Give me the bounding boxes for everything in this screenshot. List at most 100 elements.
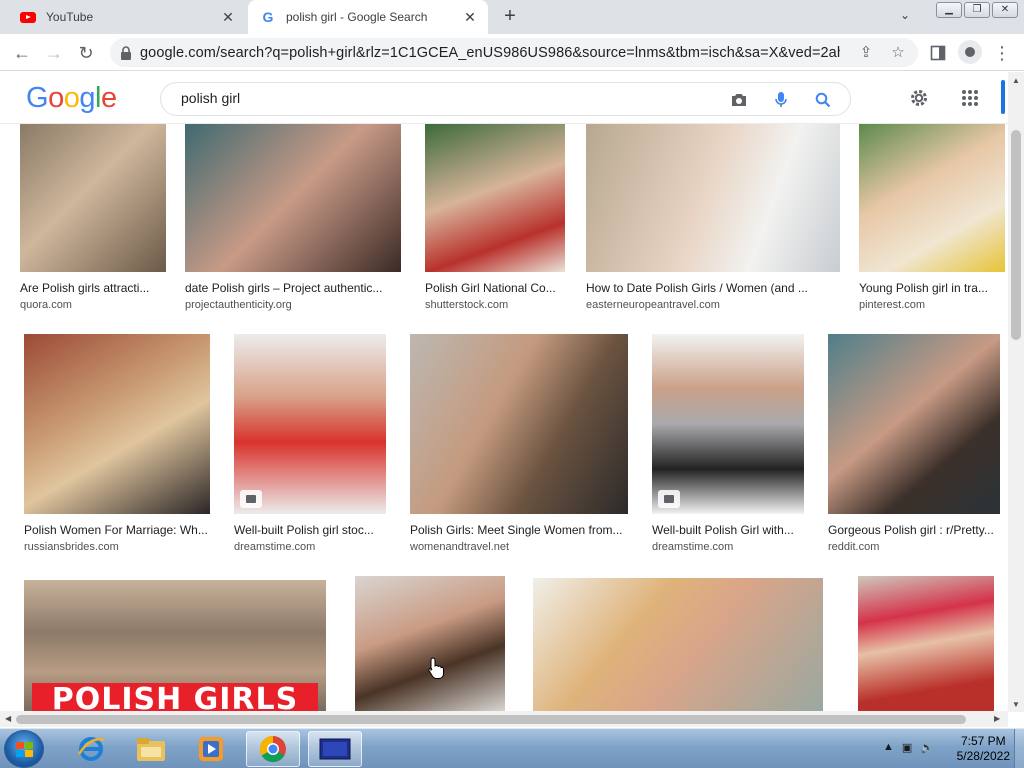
result-source[interactable]: russiansbrides.com [24, 541, 119, 553]
maximize-button[interactable]: ❐ [964, 2, 990, 18]
result-thumbnail[interactable] [828, 334, 1000, 514]
scroll-up-arrow-icon[interactable]: ▲ [1012, 76, 1020, 85]
chrome-icon[interactable] [246, 731, 300, 767]
back-arrow-icon[interactable]: ← [10, 41, 34, 65]
scrollbar-thumb[interactable] [16, 715, 966, 724]
result-title[interactable]: date Polish girls – Project authentic... [185, 281, 401, 295]
share-icon[interactable]: ⇪ [856, 43, 876, 63]
clock[interactable]: 7:57 PM 5/28/2022 [957, 734, 1010, 764]
start-button[interactable] [4, 730, 44, 768]
network-icon[interactable]: ▣ [902, 741, 912, 754]
bookmark-star-icon[interactable]: ☆ [888, 43, 908, 63]
media-player-icon[interactable] [184, 731, 238, 767]
result-thumbnail[interactable] [858, 576, 994, 711]
image-result[interactable]: Polish Women For Marriage: Wh... russian… [24, 334, 210, 556]
result-source[interactable]: pinterest.com [859, 299, 925, 311]
image-result[interactable]: date Polish girls – Project authentic...… [185, 124, 401, 314]
result-source[interactable]: womenandtravel.net [410, 541, 509, 553]
image-result[interactable]: POLISH GIRLS [24, 580, 326, 711]
image-result[interactable]: Are Polish girls attracti... quora.com [20, 124, 166, 314]
result-thumbnail[interactable] [234, 334, 386, 514]
result-thumbnail[interactable] [533, 578, 823, 711]
close-tab-icon[interactable]: ✕ [220, 9, 236, 25]
windows-logo-icon [15, 741, 33, 757]
image-results: Are Polish girls attracti... quora.com d… [0, 124, 1008, 711]
volume-icon[interactable]: 🔈 [920, 741, 934, 754]
image-result[interactable]: Polish Girl National Co... shutterstock.… [425, 124, 565, 314]
show-desktop-button[interactable] [1014, 729, 1024, 768]
result-title[interactable]: How to Date Polish Girls / Women (and ..… [586, 281, 840, 295]
result-source[interactable]: shutterstock.com [425, 299, 508, 311]
image-result[interactable]: Young Polish girl in tra... pinterest.co… [859, 124, 1005, 314]
image-result[interactable]: Gorgeous Polish girl : r/Pretty... reddi… [828, 334, 1000, 556]
result-thumbnail[interactable] [859, 124, 1005, 272]
google-logo[interactable]: Google [26, 82, 117, 115]
tab-title: polish girl - Google Search [286, 10, 428, 24]
result-source[interactable]: reddit.com [828, 541, 879, 553]
close-window-button[interactable]: ✕ [992, 2, 1018, 18]
reload-icon[interactable]: ↻ [74, 41, 98, 65]
result-thumbnail[interactable] [425, 124, 565, 272]
remote-desktop-icon[interactable] [308, 731, 362, 767]
result-source[interactable]: easterneuropeantravel.com [586, 299, 720, 311]
search-input[interactable] [181, 90, 701, 106]
image-result[interactable] [355, 576, 505, 711]
result-source[interactable]: projectauthenticity.org [185, 299, 292, 311]
result-title[interactable]: Polish Girls: Meet Single Women from... [410, 523, 628, 537]
internet-explorer-icon[interactable] [64, 731, 118, 767]
scroll-right-arrow-icon[interactable]: ▶ [994, 714, 1000, 723]
result-thumbnail[interactable] [586, 124, 840, 272]
result-source[interactable]: quora.com [20, 299, 72, 311]
minimize-button[interactable]: ▁ [936, 2, 962, 18]
image-result[interactable] [858, 576, 994, 711]
system-tray: ▲ ▣ 🔈 [883, 741, 934, 754]
camera-icon[interactable] [728, 89, 750, 111]
file-explorer-icon[interactable] [124, 731, 178, 767]
result-source[interactable]: dreamstime.com [652, 541, 733, 553]
image-result[interactable]: Polish Girls: Meet Single Women from... … [410, 334, 628, 556]
result-thumbnail[interactable] [20, 124, 166, 272]
result-thumbnail[interactable]: POLISH GIRLS [24, 580, 326, 711]
tab-search-icon[interactable]: ⌄ [896, 8, 914, 26]
result-thumbnail[interactable] [652, 334, 804, 514]
close-tab-icon[interactable]: ✕ [462, 9, 478, 25]
google-header: Google [0, 72, 1008, 124]
result-thumbnail[interactable] [185, 124, 401, 272]
scrollbar-thumb[interactable] [1011, 130, 1021, 340]
clock-date: 5/28/2022 [956, 749, 1010, 763]
result-title[interactable]: Gorgeous Polish girl : r/Pretty... [828, 523, 1000, 537]
search-icon[interactable] [812, 89, 834, 111]
scroll-down-arrow-icon[interactable]: ▼ [1012, 700, 1020, 709]
result-thumbnail[interactable] [24, 334, 210, 514]
forward-arrow-icon[interactable]: → [42, 41, 66, 65]
clock-time: 7:57 PM [960, 734, 1006, 748]
apps-grid-icon[interactable] [958, 86, 982, 110]
vertical-scrollbar[interactable]: ▲ ▼ [1008, 72, 1024, 712]
result-title[interactable]: Well-built Polish girl stoc... [234, 523, 386, 537]
result-title[interactable]: Well-built Polish Girl with... [652, 523, 804, 537]
sign-in-button-edge[interactable] [1001, 80, 1005, 114]
image-result[interactable]: Well-built Polish girl stoc... dreamstim… [234, 334, 386, 556]
scroll-left-arrow-icon[interactable]: ◀ [5, 714, 11, 723]
result-title[interactable]: Young Polish girl in tra... [859, 281, 1005, 295]
image-result[interactable]: Well-built Polish Girl with... dreamstim… [652, 334, 804, 556]
tab-youtube[interactable]: YouTube ✕ [8, 0, 246, 34]
result-title[interactable]: Polish Women For Marriage: Wh... [24, 523, 210, 537]
kebab-menu-icon[interactable]: ⋮ [990, 41, 1014, 65]
settings-gear-icon[interactable] [907, 86, 931, 110]
result-thumbnail[interactable] [410, 334, 628, 514]
address-bar[interactable]: google.com/search?q=polish+girl&rlz=1C1G… [110, 38, 918, 67]
show-hidden-icons-icon[interactable]: ▲ [883, 741, 894, 754]
result-thumbnail[interactable] [355, 576, 505, 711]
tab-google-search[interactable]: G polish girl - Google Search ✕ [248, 0, 488, 34]
image-result[interactable]: How to Date Polish Girls / Women (and ..… [586, 124, 840, 314]
horizontal-scrollbar[interactable]: ◀ ▶ [0, 711, 1008, 727]
image-result[interactable] [533, 578, 823, 711]
new-tab-button[interactable]: + [500, 6, 520, 26]
result-source[interactable]: dreamstime.com [234, 541, 315, 553]
side-panel-icon[interactable] [926, 41, 950, 65]
microphone-icon[interactable] [770, 89, 792, 111]
profile-avatar-icon[interactable] [958, 40, 982, 64]
result-title[interactable]: Are Polish girls attracti... [20, 281, 166, 295]
result-title[interactable]: Polish Girl National Co... [425, 281, 565, 295]
